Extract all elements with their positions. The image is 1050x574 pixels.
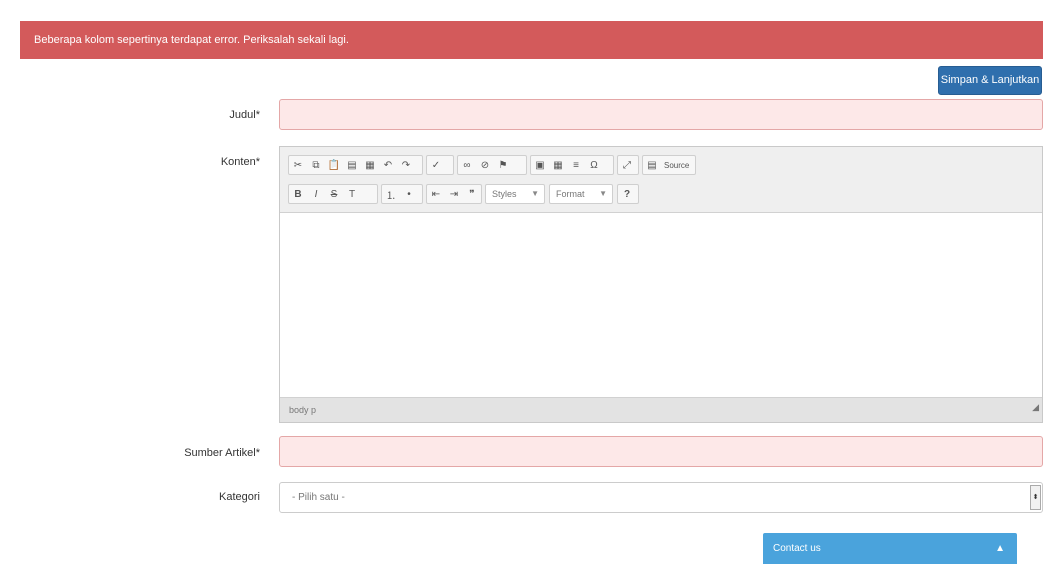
contact-label: Contact us xyxy=(773,543,821,554)
numbered-list-icon[interactable]: ⒈ xyxy=(385,188,397,202)
help-icon[interactable]: ? xyxy=(621,188,633,200)
strike-icon[interactable]: S xyxy=(328,188,340,200)
maximize-icon[interactable]: ⤢ xyxy=(621,159,633,171)
format-label: Format xyxy=(556,189,585,199)
insert-group: ▣ ▦ ≡ Ω xyxy=(530,155,614,175)
format-dropdown[interactable]: Format ▼ xyxy=(549,184,613,204)
paste-icon[interactable]: 📋 xyxy=(328,159,340,171)
category-label: Kategori xyxy=(219,491,260,503)
source-input[interactable] xyxy=(279,436,1043,467)
source-group: ▤ Source xyxy=(642,155,696,175)
italic-icon[interactable]: I xyxy=(310,188,322,200)
copy-icon[interactable]: ⧉ xyxy=(310,159,322,171)
anchor-icon[interactable]: ⚑ xyxy=(497,159,509,171)
basic-style-group: B I S T xyxy=(288,184,378,204)
editor-toolbar: ✂ ⧉ 📋 ▤ ▦ ↶ ↷ ✓ ∞ ⊘ ⚑ ▣ ▦ ≡ Ω ⤢ ▤ Source xyxy=(280,147,1042,213)
editor-statusbar: body p ◢ xyxy=(280,397,1042,422)
link-group: ∞ ⊘ ⚑ xyxy=(457,155,527,175)
resize-handle-icon[interactable]: ◢ xyxy=(1032,395,1039,419)
styles-chevron-down-icon: ▼ xyxy=(531,189,539,198)
title-label: Judul* xyxy=(229,109,260,121)
cut-icon[interactable]: ✂ xyxy=(292,159,304,171)
unlink-icon[interactable]: ⊘ xyxy=(479,159,491,171)
table-icon[interactable]: ▦ xyxy=(552,159,564,171)
styles-dropdown[interactable]: Styles ▼ xyxy=(485,184,545,204)
editor-content-area[interactable] xyxy=(280,213,1042,398)
format-chevron-down-icon: ▼ xyxy=(599,189,607,198)
horizontal-line-icon[interactable]: ≡ xyxy=(570,159,582,171)
category-select[interactable]: - Pilih satu - ⬍ xyxy=(279,482,1043,513)
paste-text-icon[interactable]: ▤ xyxy=(346,159,358,171)
source-icon: ▤ xyxy=(647,159,657,171)
chevron-up-icon: ▲ xyxy=(995,543,1005,554)
category-selected: - Pilih satu - xyxy=(292,492,345,503)
clipboard-group: ✂ ⧉ 📋 ▤ ▦ ↶ ↷ xyxy=(288,155,423,175)
maximize-group: ⤢ xyxy=(617,155,639,175)
bold-icon[interactable]: B xyxy=(292,188,304,200)
spellcheck-icon[interactable]: ✓ xyxy=(430,159,442,171)
element-path[interactable]: body p xyxy=(289,405,316,415)
redo-icon[interactable]: ↷ xyxy=(400,159,412,171)
paste-word-icon[interactable]: ▦ xyxy=(364,159,376,171)
special-char-icon[interactable]: Ω xyxy=(588,159,600,171)
bulleted-list-icon[interactable]: • xyxy=(403,188,415,200)
indent-group: ⇤ ⇥ ❞ xyxy=(426,184,482,204)
about-group: ? xyxy=(617,184,639,204)
content-label: Konten* xyxy=(220,156,260,168)
rich-text-editor: ✂ ⧉ 📋 ▤ ▦ ↶ ↷ ✓ ∞ ⊘ ⚑ ▣ ▦ ≡ Ω ⤢ ▤ Source xyxy=(279,146,1043,423)
styles-label: Styles xyxy=(492,189,517,199)
remove-format-icon[interactable]: T xyxy=(346,188,358,200)
blockquote-icon[interactable]: ❞ xyxy=(466,188,478,200)
link-icon[interactable]: ∞ xyxy=(461,159,473,171)
spellcheck-group: ✓ xyxy=(426,155,454,175)
alert-text: Beberapa kolom sepertinya terdapat error… xyxy=(34,34,349,46)
undo-icon[interactable]: ↶ xyxy=(382,159,394,171)
select-arrows-icon[interactable]: ⬍ xyxy=(1030,485,1041,510)
save-continue-button[interactable]: Simpan & Lanjutkan xyxy=(938,66,1042,95)
outdent-icon[interactable]: ⇤ xyxy=(430,188,442,200)
contact-us-tab[interactable]: Contact us ▲ xyxy=(763,533,1017,564)
indent-icon[interactable]: ⇥ xyxy=(448,188,460,200)
list-group: ⒈ • xyxy=(381,184,423,204)
title-input[interactable] xyxy=(279,99,1043,130)
source-label: Sumber Artikel* xyxy=(184,447,260,459)
image-icon[interactable]: ▣ xyxy=(534,159,546,171)
error-alert: Beberapa kolom sepertinya terdapat error… xyxy=(20,21,1043,59)
source-button[interactable]: Source xyxy=(664,161,689,170)
